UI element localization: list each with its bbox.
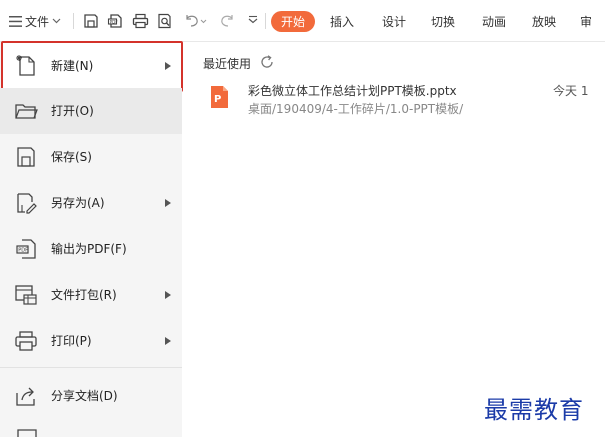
menu-item-label: 另存为(A): [51, 196, 105, 210]
file-time: 今天 1: [553, 84, 589, 98]
tab-slideshow[interactable]: 放映: [530, 0, 558, 42]
svg-text:PDF: PDF: [18, 248, 28, 254]
recent-file-item[interactable]: P 彩色微立体工作总结计划PPT模板.pptx 桌面/190409/4-工作碎片…: [196, 75, 605, 121]
partial-menu-icon: [17, 429, 37, 437]
menu-item-share[interactable]: 分享文档(D): [0, 373, 182, 419]
open-folder-icon: [15, 104, 38, 119]
file-name: 彩色微立体工作总结计划PPT模板.pptx: [248, 84, 457, 98]
menu-item-label: 分享文档(D): [51, 389, 118, 403]
tab-design[interactable]: 设计: [380, 0, 408, 42]
print-icon[interactable]: [131, 0, 149, 42]
customize-icon[interactable]: [244, 0, 262, 42]
chevron-right-icon: [165, 62, 171, 70]
print-icon: [15, 331, 37, 351]
file-menu-button[interactable]: 文件: [2, 0, 68, 42]
menu-item-package[interactable]: 文件打包(R): [0, 272, 182, 318]
hamburger-icon: [8, 15, 22, 27]
menu-item-new[interactable]: 新建(N): [0, 43, 182, 89]
tab-home[interactable]: 开始: [271, 11, 315, 32]
watermark: 最需教育: [484, 396, 584, 424]
menu-item-save-as[interactable]: 另存为(A): [0, 180, 182, 226]
menu-divider: [0, 367, 182, 368]
redo-icon[interactable]: [219, 0, 237, 42]
menu-item-label: 保存(S): [51, 150, 92, 164]
chevron-right-icon: [165, 337, 171, 345]
undo-icon[interactable]: [182, 0, 208, 42]
tab-transitions[interactable]: 切换: [429, 0, 457, 42]
menu-item-label: 打开(O): [51, 104, 94, 118]
file-path: 桌面/190409/4-工作碎片/1.0-PPT模板/: [248, 102, 464, 116]
toolbar-divider: [73, 13, 74, 29]
tab-animation[interactable]: 动画: [480, 0, 508, 42]
toolbar: 文件 PDF 开始 插入 设计 切换 动画 放映 审: [0, 0, 605, 42]
tab-review[interactable]: 审: [580, 0, 600, 42]
save-icon[interactable]: [82, 0, 100, 42]
tab-insert[interactable]: 插入: [328, 0, 356, 42]
menu-item-label: 新建(N): [51, 59, 94, 73]
menu-item-label: 输出为PDF(F): [51, 242, 127, 256]
menu-item-open[interactable]: 打开(O): [0, 88, 182, 134]
pptx-file-icon: P: [211, 86, 228, 108]
menu-item-print[interactable]: 打印(P): [0, 318, 182, 364]
svg-text:PDF: PDF: [110, 19, 119, 24]
package-icon: [15, 285, 37, 305]
menu-item-label: 打印(P): [51, 334, 92, 348]
menu-item-save[interactable]: 保存(S): [0, 134, 182, 180]
chevron-right-icon: [165, 199, 171, 207]
refresh-icon[interactable]: [259, 54, 275, 70]
chevron-right-icon: [165, 291, 171, 299]
new-document-icon: [16, 55, 35, 76]
chevron-down-icon: [52, 18, 61, 24]
save-as-icon: [17, 193, 37, 214]
menu-item-label: 文件打包(R): [51, 288, 117, 302]
svg-text:P: P: [214, 94, 221, 105]
print-preview-icon[interactable]: [156, 0, 174, 42]
file-menu-label: 文件: [24, 14, 49, 29]
export-pdf-icon: PDF: [16, 239, 36, 259]
menu-item-export-pdf[interactable]: PDF 输出为PDF(F): [0, 226, 182, 272]
share-icon: [16, 387, 35, 406]
export-pdf-icon[interactable]: PDF: [106, 0, 124, 42]
toolbar-divider: [265, 13, 266, 29]
save-icon: [17, 147, 35, 167]
recent-title: 最近使用: [203, 57, 252, 71]
